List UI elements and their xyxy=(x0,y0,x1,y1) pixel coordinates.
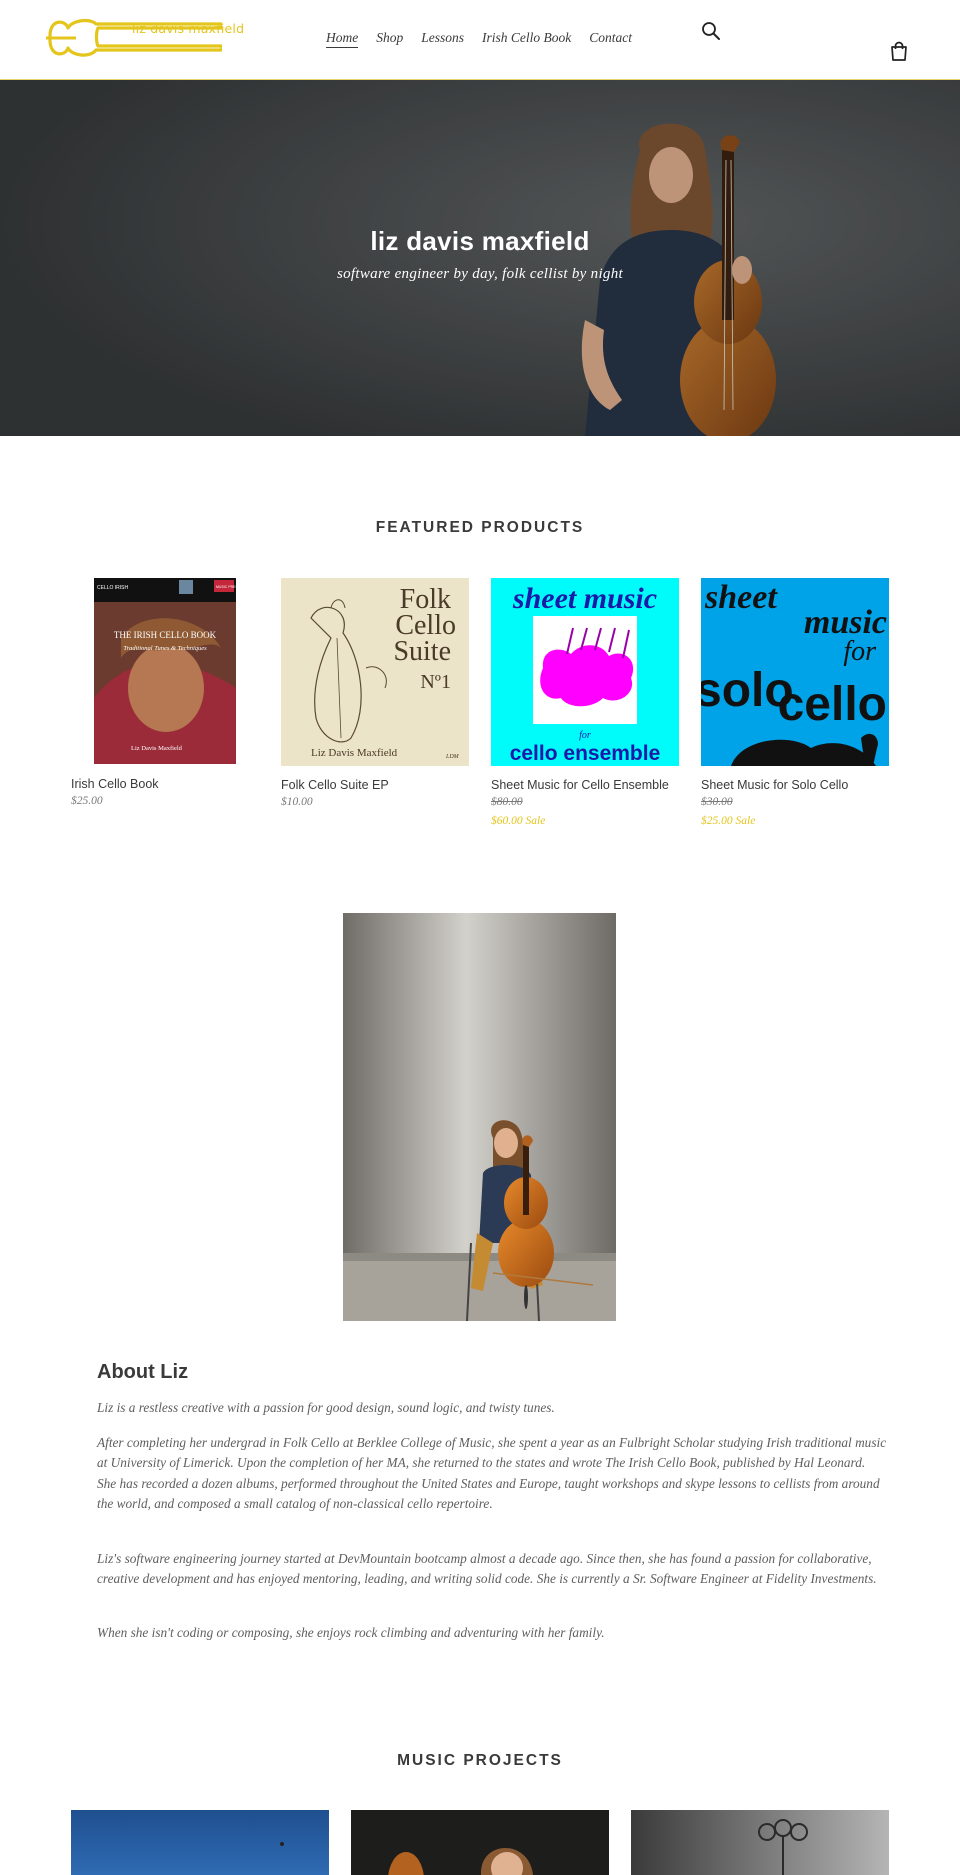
project-card-2[interactable] xyxy=(351,1810,609,1875)
product-title: Sheet Music for Cello Ensemble xyxy=(491,778,669,792)
about-paragraph-2: After completing her undergrad in Folk C… xyxy=(97,1435,887,1511)
nav-contact[interactable]: Contact xyxy=(589,30,632,48)
cover-sheet: sheet xyxy=(704,579,778,616)
cover-for: for xyxy=(843,636,876,667)
cover-publisher: MUSIC PRESS xyxy=(216,585,241,589)
logo-text: liz davis maxfield xyxy=(132,21,245,36)
product-card-sheet-music-solo-cello[interactable]: sheet music for solo cello Sheet Music f… xyxy=(701,578,891,828)
cover-artist: Liz Davis Maxfield xyxy=(311,747,398,759)
product-card-sheet-music-cello-ensemble[interactable]: sheet music for cello ensemble Sheet Mus… xyxy=(491,578,681,828)
product-old-price: $30.00 xyxy=(701,796,733,808)
music-projects-heading: MUSIC PROJECTS xyxy=(397,1752,563,1769)
about-paragraph-1: Liz is a restless creative with a passio… xyxy=(97,1400,555,1415)
cover-book-title: THE IRISH CELLO BOOK xyxy=(114,630,217,640)
project-card-1[interactable] xyxy=(71,1810,329,1875)
about-heading: About Liz xyxy=(97,1361,189,1383)
product-title: Irish Cello Book xyxy=(71,777,159,791)
cellist-portrait-image xyxy=(343,913,616,1321)
project-image-streetlamp xyxy=(631,1810,889,1875)
cover-series: CELLO IRISH xyxy=(97,585,129,591)
nav-home[interactable]: Home xyxy=(326,30,359,48)
cover-cello-ensemble: cello ensemble xyxy=(510,742,661,765)
nav-irish-cello-book[interactable]: Irish Cello Book xyxy=(482,30,571,48)
project-image-sky xyxy=(71,1810,329,1875)
cover-sheet-music: sheet music xyxy=(512,582,657,615)
hero-banner: liz davis maxfield software engineer by … xyxy=(0,80,960,436)
featured-products-heading: FEATURED PRODUCTS xyxy=(375,519,585,536)
hero-subtitle: software engineer by day, folk cellist b… xyxy=(337,266,623,282)
main-nav: Home Shop Lessons Irish Cello Book Conta… xyxy=(326,30,632,48)
product-sale-price: $25.00 Sale xyxy=(701,815,756,827)
cover-suite: Suite xyxy=(393,636,451,667)
cover-number: Nº1 xyxy=(420,671,451,693)
cover-author: Liz Davis Maxfield xyxy=(131,745,183,752)
cover-signature: LDM xyxy=(445,754,460,760)
project-card-3[interactable] xyxy=(631,1810,889,1875)
cover-book-subtitle: Traditional Tunes & Techniques xyxy=(123,645,207,652)
about-paragraph-3: Liz's software engineering journey start… xyxy=(97,1551,877,1587)
product-price: $10.00 xyxy=(281,796,313,808)
product-image-folk-cello-suite: Folk Cello Suite Nº1 Liz Davis Maxfield … xyxy=(281,578,469,766)
cart-button[interactable] xyxy=(888,40,910,62)
product-title: Folk Cello Suite EP xyxy=(281,778,389,792)
product-card-folk-cello-suite-ep[interactable]: Folk Cello Suite Nº1 Liz Davis Maxfield … xyxy=(281,578,471,808)
product-image-irish-cello-book: CELLO IRISH MUSIC PRESS THE IRISH CELLO … xyxy=(94,578,241,764)
site-header: liz davis maxfield Home Shop Lessons Iri… xyxy=(0,0,960,80)
product-title: Sheet Music for Solo Cello xyxy=(701,778,849,792)
hero-cellist-photo xyxy=(0,80,960,436)
nav-shop[interactable]: Shop xyxy=(376,30,403,48)
about-paragraph-4: When she isn't coding or composing, she … xyxy=(97,1625,605,1640)
nav-lessons[interactable]: Lessons xyxy=(421,30,464,48)
about-cellist-photo xyxy=(343,913,616,1321)
product-card-irish-cello-book[interactable]: CELLO IRISH MUSIC PRESS THE IRISH CELLO … xyxy=(71,578,261,808)
search-button[interactable] xyxy=(700,20,722,42)
product-sale-price: $60.00 Sale xyxy=(491,815,546,827)
product-price: $25.00 xyxy=(71,795,103,807)
cover-cello: cello xyxy=(778,678,887,731)
project-image-cellist xyxy=(351,1810,609,1875)
shopping-bag-icon xyxy=(891,41,907,61)
product-image-sheet-music-solo: sheet music for solo cello xyxy=(701,578,889,766)
hero-title: liz davis maxfield xyxy=(370,226,590,256)
product-image-sheet-music-ensemble: sheet music for cello ensemble xyxy=(491,578,679,766)
product-old-price: $80.00 xyxy=(491,796,523,808)
cover-for: for xyxy=(579,730,591,741)
search-icon xyxy=(702,22,720,40)
site-logo[interactable]: liz davis maxfield xyxy=(46,14,244,64)
